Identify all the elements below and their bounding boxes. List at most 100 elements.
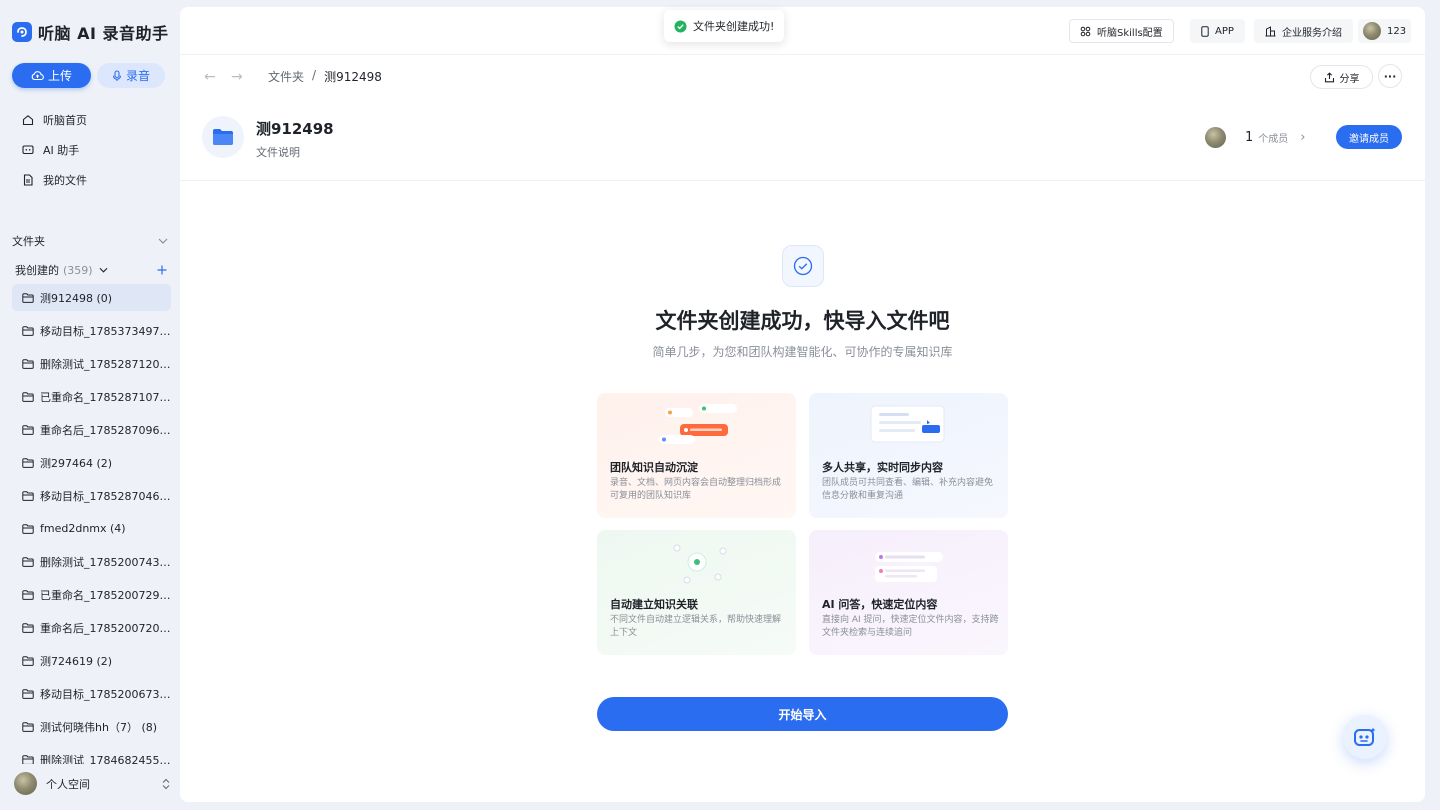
folder-outline-icon [22, 358, 34, 369]
feature-card-knowledge-archive: 团队知识自动沉淀 录音、文档、网页内容会自动整理归档形成可复用的团队知识库 [597, 393, 796, 518]
add-folder-icon[interactable] [157, 265, 167, 275]
back-arrow-icon[interactable]: ← [204, 69, 216, 85]
realtime-sharing-illustration [870, 405, 945, 443]
sidebar-folder-item[interactable]: 移动目标_1785373497 ... [12, 317, 171, 344]
folder-outline-icon [22, 754, 34, 764]
folder-description[interactable]: 文件说明 [256, 144, 300, 160]
brand-name: 听脑 AI 录音助手 [38, 24, 169, 43]
share-label: 分享 [1339, 73, 1360, 85]
forward-arrow-icon[interactable]: → [231, 69, 243, 85]
card-title: 多人共享，实时同步内容 [822, 461, 943, 474]
toast-text: 文件夹创建成功! [693, 20, 775, 33]
folder-item-label: 删除测试_1785200743 ... [40, 555, 171, 569]
folders-section-header[interactable]: 文件夹 [12, 233, 168, 249]
chevron-right-icon: › [1300, 130, 1306, 145]
members-summary[interactable]: 1 个成员 › [1205, 127, 1305, 148]
sidebar-item-label: 听脑首页 [43, 114, 87, 127]
enterprise-service-label: 企业服务介绍 [1282, 27, 1342, 39]
sidebar-item-label: 我的文件 [43, 174, 87, 187]
share-icon [1324, 71, 1334, 82]
breadcrumb-current: 测912498 [324, 70, 382, 84]
sidebar-folder-item[interactable]: 测724619 (2) [12, 647, 171, 674]
sidebar-item-home[interactable]: 听脑首页 [12, 105, 170, 135]
sidebar-folder-item[interactable]: 重命名后_1785287096 ... [12, 416, 171, 443]
cloud-upload-icon [31, 71, 44, 81]
sidebar-item-my-files[interactable]: 我的文件 [12, 165, 170, 195]
member-count: 1 [1245, 130, 1254, 145]
chevron-down-icon[interactable] [99, 267, 108, 273]
sidebar-folder-item[interactable]: 已重命名_1785287107 (... [12, 383, 171, 410]
success-check-icon [674, 20, 687, 32]
user-name: 123 [1387, 25, 1407, 37]
feature-card-ai-qa: AI 问答，快速定位内容 直接向 AI 提问，快速定位文件内容，支持跨文件夹检索… [809, 530, 1008, 655]
app-button[interactable]: APP [1190, 19, 1245, 43]
chevron-down-icon[interactable] [158, 238, 168, 244]
folders-section-title: 文件夹 [12, 235, 45, 248]
folder-item-label: 删除测试_1785287120 ... [40, 357, 171, 371]
sidebar-folder-item[interactable]: 已重命名_1785200729 ... [12, 581, 171, 608]
personal-space-switcher[interactable]: 个人空间 [14, 772, 170, 795]
skills-config-button[interactable]: 听脑Skills配置 [1069, 19, 1174, 43]
folder-outline-icon [22, 391, 34, 402]
folder-item-label: 已重命名_1785287107 (... [40, 390, 171, 404]
breadcrumb: 文件夹 / 测912498 [268, 68, 382, 85]
folder-item-label: 已重命名_1785200729 ... [40, 588, 171, 602]
sidebar-folder-item[interactable]: 测912498 (0) [12, 284, 171, 311]
breadcrumb-root[interactable]: 文件夹 [268, 68, 304, 85]
success-toast: 文件夹创建成功! [664, 10, 785, 42]
folder-outline-icon [22, 556, 34, 567]
breadcrumb-bar: ← → 文件夹 / 测912498 分享 ··· [180, 55, 1425, 97]
folder-item-label: 移动目标_1785287046 ... [40, 489, 171, 503]
folder-outline-icon [22, 688, 34, 699]
phone-icon [1201, 25, 1209, 37]
sidebar-folder-item[interactable]: 测297464 (2) [12, 449, 171, 476]
upload-label: 上传 [47, 69, 72, 83]
sidebar-folder-item[interactable]: 移动目标_1785287046 ... [12, 482, 171, 509]
user-menu[interactable]: 123 [1358, 19, 1412, 43]
folder-item-label: 测912498 (0) [40, 291, 113, 305]
enterprise-service-button[interactable]: 企业服务介绍 [1254, 19, 1353, 43]
robot-icon [1354, 727, 1376, 746]
start-import-button[interactable]: 开始导入 [597, 697, 1008, 731]
sidebar-folder-item[interactable]: 测试何晓伟hh（7） (8) [12, 713, 171, 740]
folder-outline-icon [22, 589, 34, 600]
folder-item-label: 重命名后_1785287096 ... [40, 423, 171, 437]
folder-outline-icon [22, 292, 34, 303]
brand[interactable]: 听脑 AI 录音助手 [12, 20, 168, 44]
avatar [1363, 22, 1381, 40]
knowledge-archive-illustration [659, 404, 737, 444]
feature-card-realtime-sharing: 多人共享，实时同步内容 团队成员可共同查看、编辑、补充内容避免信息分散和重复沟通 [809, 393, 1008, 518]
folder-outline-icon [22, 325, 34, 336]
member-avatar [1205, 127, 1226, 148]
folder-item-label: 重命名后_1785200720 ... [40, 621, 171, 635]
invite-member-button[interactable]: 邀请成员 [1336, 125, 1402, 149]
skills-config-label: 听脑Skills配置 [1097, 27, 1163, 39]
folder-item-label: 测试何晓伟hh（7） (8) [40, 720, 158, 734]
folder-icon [202, 116, 244, 158]
folder-title: 测912498 [256, 120, 334, 138]
feature-card-knowledge-links: 自动建立知识关联 不同文件自动建立逻辑关系，帮助快速理解上下文 [597, 530, 796, 655]
avatar [14, 772, 37, 795]
ai-chat-bot-button[interactable] [1343, 715, 1387, 759]
share-button[interactable]: 分享 [1310, 65, 1373, 89]
upload-button[interactable]: 上传 [12, 63, 91, 88]
sidebar-folder-item[interactable]: 移动目标_1785200673 ... [12, 680, 171, 707]
card-description: 团队成员可共同查看、编辑、补充内容避免信息分散和重复沟通 [822, 478, 994, 501]
folder-outline-icon [22, 490, 34, 501]
my-created-header[interactable]: 我创建的 (359) [15, 262, 167, 278]
folder-item-label: fmed2dnmx (4) [40, 522, 126, 535]
record-label: 录音 [125, 69, 150, 83]
sidebar-folder-item[interactable]: fmed2dnmx (4) [12, 515, 171, 542]
sidebar-item-ai-assistant[interactable]: AI 助手 [12, 135, 170, 165]
sidebar-folder-item[interactable]: 删除测试_1784682455 ... [12, 746, 171, 764]
microphone-icon [112, 69, 122, 81]
folder-outline-icon [22, 424, 34, 435]
card-title: 团队知识自动沉淀 [610, 461, 698, 474]
more-options-button[interactable]: ··· [1378, 64, 1402, 88]
brand-logo-icon [12, 22, 32, 42]
sidebar-folder-item[interactable]: 重命名后_1785200720 ... [12, 614, 171, 641]
folder-outline-icon [22, 721, 34, 732]
sidebar-folder-item[interactable]: 删除测试_1785287120 ... [12, 350, 171, 377]
sidebar-folder-item[interactable]: 删除测试_1785200743 ... [12, 548, 171, 575]
record-button[interactable]: 录音 [97, 63, 165, 88]
